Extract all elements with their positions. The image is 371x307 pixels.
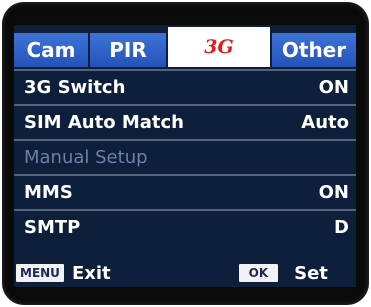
setting-label: MMS xyxy=(24,182,73,203)
setting-smtp[interactable]: SMTP D xyxy=(14,209,356,244)
menu-tab-bar: Cam PIR 3G Other xyxy=(14,25,356,67)
menu-key-badge[interactable]: MENU xyxy=(16,264,64,282)
setting-value: ON xyxy=(318,182,349,203)
settings-list: 3G Switch ON SIM Auto Match Auto Manual … xyxy=(14,69,356,244)
exit-hint: Exit xyxy=(71,262,111,284)
setting-value: Auto xyxy=(301,112,349,133)
set-hint: Set xyxy=(294,262,328,284)
setting-value: D xyxy=(334,217,349,238)
camera-menu-screen: Cam PIR 3G Other 3G Switch ON SIM Auto M… xyxy=(14,25,356,287)
setting-manual-setup[interactable]: Manual Setup xyxy=(14,139,356,174)
setting-sim-auto-match[interactable]: SIM Auto Match Auto xyxy=(14,104,356,139)
setting-label: 3G Switch xyxy=(24,77,126,98)
tab-3g[interactable]: 3G xyxy=(168,27,272,67)
tab-cam[interactable]: Cam xyxy=(14,33,90,67)
setting-label: Manual Setup xyxy=(24,147,148,168)
setting-mms[interactable]: MMS ON xyxy=(14,174,356,209)
ok-key-badge[interactable]: OK xyxy=(238,264,279,282)
tab-other[interactable]: Other xyxy=(272,33,356,67)
setting-label: SIM Auto Match xyxy=(24,112,184,133)
setting-value: ON xyxy=(318,77,349,98)
setting-3g-switch[interactable]: 3G Switch ON xyxy=(14,69,356,104)
key-hint-bar: MENU Exit OK Set xyxy=(14,259,356,287)
setting-label: SMTP xyxy=(24,217,81,238)
tab-pir[interactable]: PIR xyxy=(90,33,168,67)
